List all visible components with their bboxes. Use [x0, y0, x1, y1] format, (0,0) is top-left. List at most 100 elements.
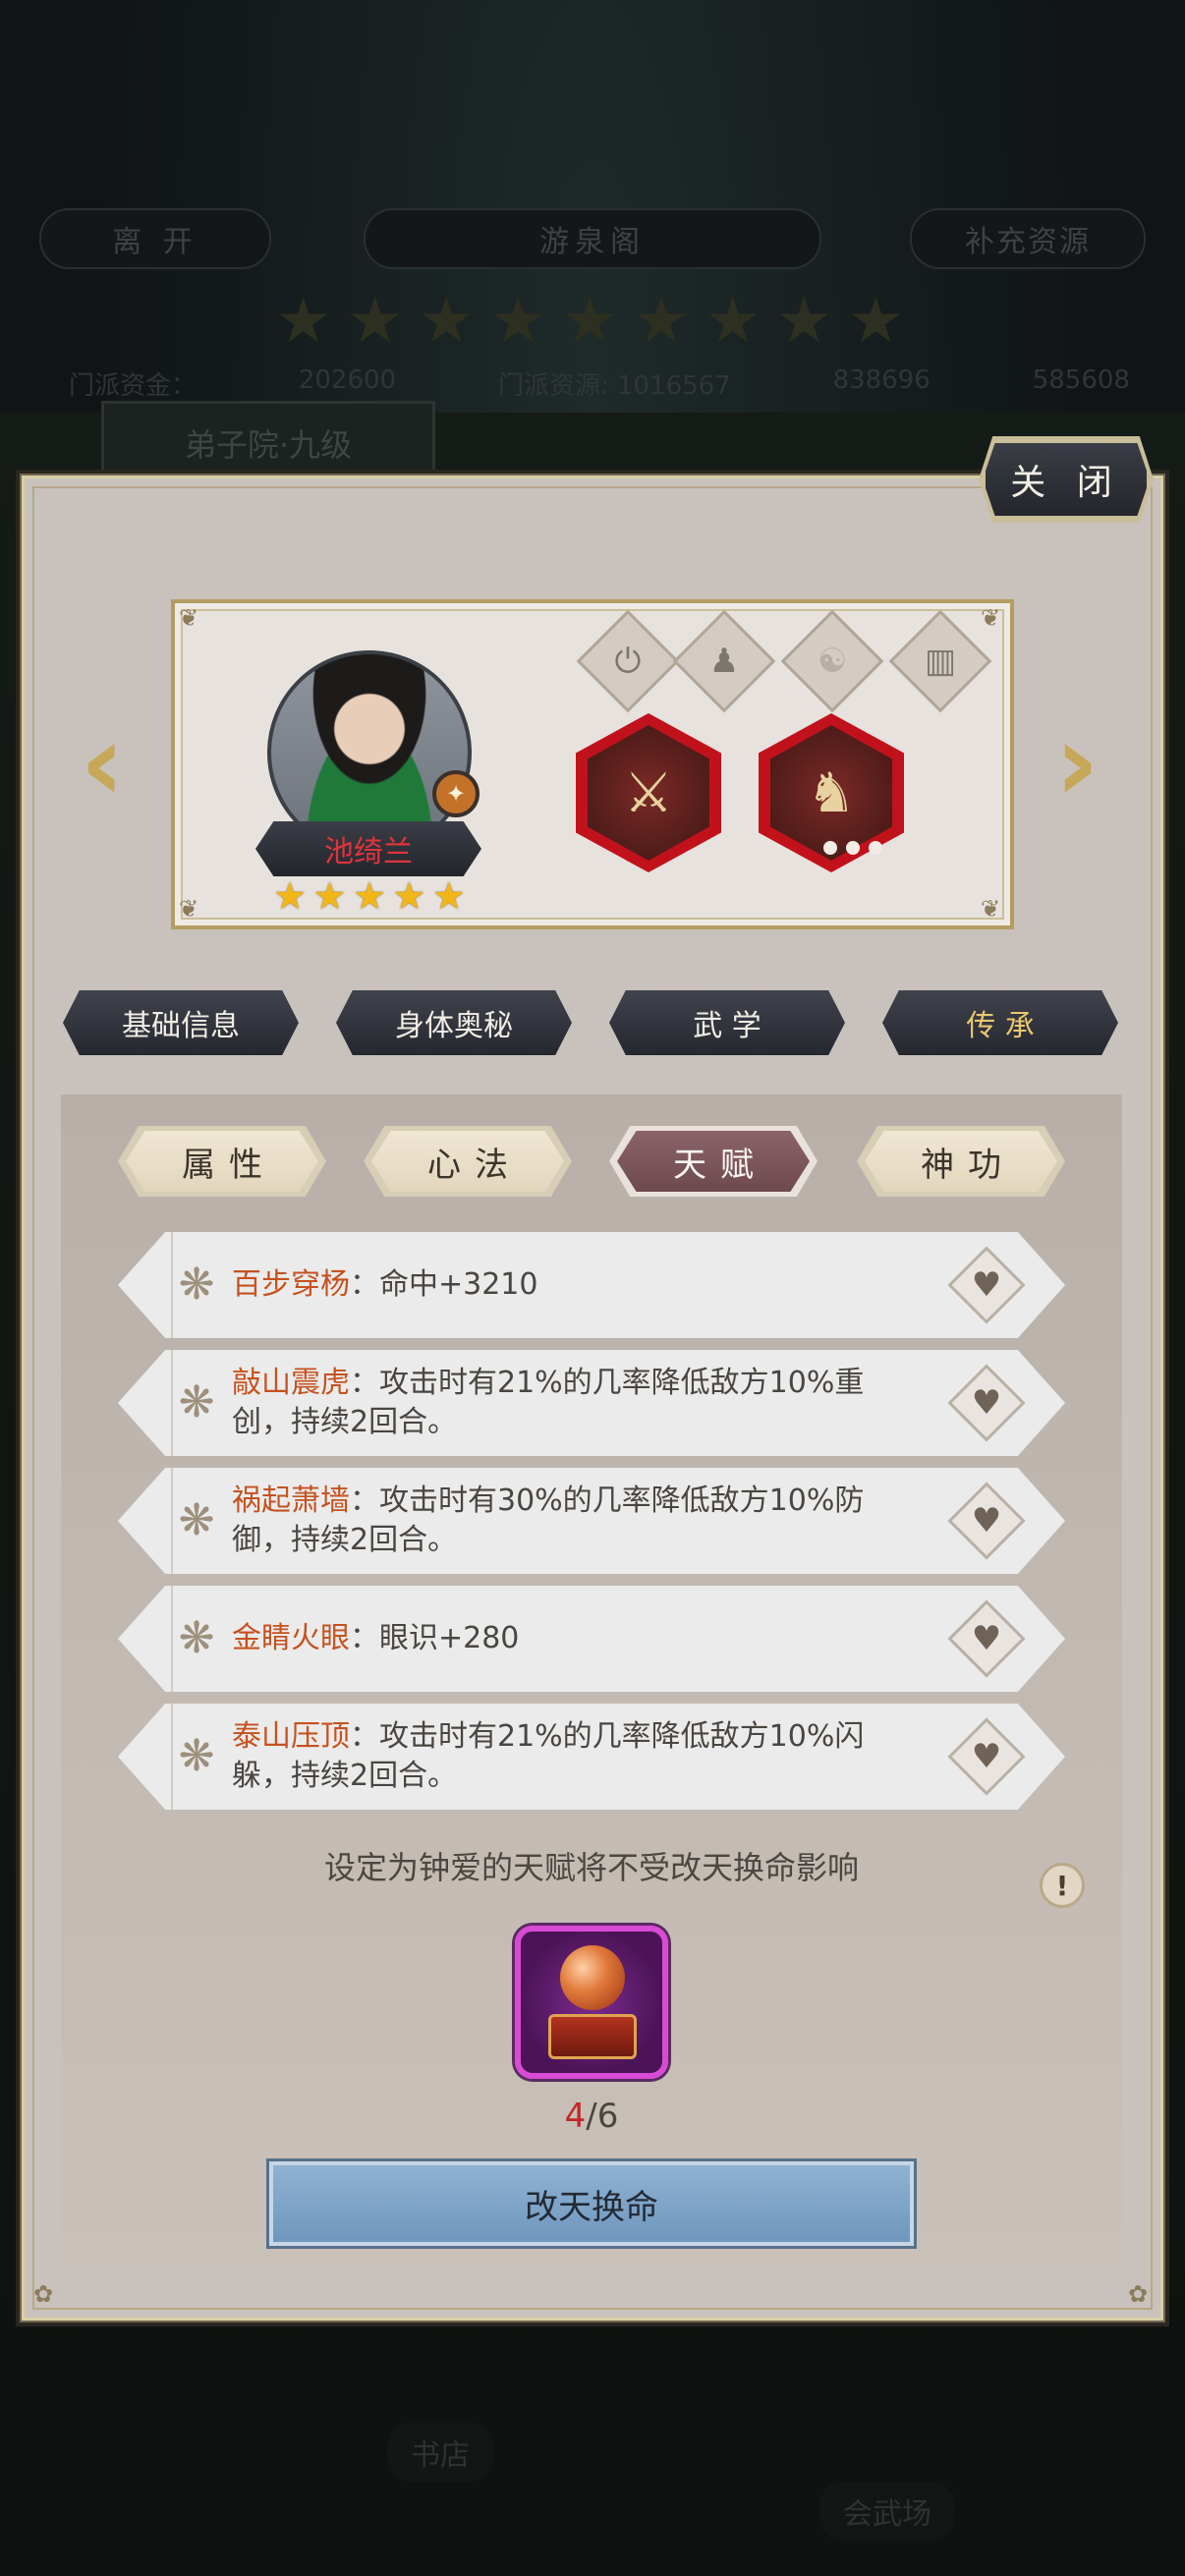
- corner-ornament: ❦: [179, 604, 199, 632]
- crystal-orb-icon: [560, 1945, 625, 2010]
- corner-ornament: ✿: [1128, 2280, 1149, 2308]
- character-name: 池绮兰: [255, 821, 481, 876]
- heart-icon: ♥: [971, 1265, 1002, 1305]
- resource-bar: 门派资金： 202600 门派资源: 1016567 838696 585608: [69, 365, 1130, 402]
- building-plaque: 弟子院·九级: [101, 401, 435, 485]
- talent-name: 百步穿杨: [232, 1267, 350, 1302]
- star-icon: ★: [273, 874, 308, 918]
- orb-stand-icon: [548, 2014, 637, 2059]
- talent-separator: ：: [350, 1719, 379, 1754]
- tab-inheritance[interactable]: 传 承: [882, 990, 1118, 1055]
- talent-row: ❋ 泰山压顶：攻击时有21%的几率降低敌方10%闪躲，持续2回合。 ♥: [118, 1704, 1065, 1810]
- star-icon: ★: [633, 285, 690, 358]
- funds-label: 门派资金：: [69, 371, 198, 401]
- favorite-button[interactable]: ♥: [947, 1717, 1026, 1796]
- subtab-divine-skill[interactable]: 神功: [857, 1126, 1065, 1197]
- talent-text: 金睛火眼：眼识+280: [232, 1586, 920, 1692]
- item-count-total: 6: [596, 2097, 619, 2136]
- resource-2-value: 838696: [832, 365, 931, 395]
- talent-name: 祸起萧墙: [232, 1484, 350, 1518]
- subtab-attributes[interactable]: 属性: [118, 1126, 326, 1197]
- favorite-button[interactable]: ♥: [947, 1246, 1026, 1324]
- heart-icon: ♥: [971, 1737, 1002, 1776]
- star-icon: ★: [775, 285, 833, 358]
- talent-row: ❋ 百步穿杨：命中+3210 ♥: [118, 1232, 1065, 1338]
- talent-name: 金睛火眼: [232, 1621, 350, 1655]
- talent-emblem-icon: ❋: [178, 1377, 215, 1428]
- subtab-label: 心法: [371, 1131, 564, 1192]
- talent-description: 眼识+280: [379, 1621, 520, 1655]
- weapon-icon: ⚔: [588, 725, 709, 861]
- star-icon: ★: [489, 285, 546, 358]
- star-icon: ★: [847, 285, 904, 358]
- talent-text: 泰山压顶：攻击时有21%的几率降低敌方10%闪躲，持续2回合。: [232, 1704, 920, 1810]
- favorite-button[interactable]: ♥: [947, 1482, 1026, 1560]
- star-icon: ★: [346, 285, 404, 358]
- tab-body-secrets[interactable]: 身体奥秘: [336, 990, 572, 1055]
- talent-row: ❋ 金睛火眼：眼识+280 ♥: [118, 1586, 1065, 1692]
- talent-text: 敲山震虎：攻击时有21%的几率降低敌方10%重创，持续2回合。: [232, 1350, 920, 1456]
- prev-character-arrow-icon[interactable]: ‹: [73, 708, 132, 816]
- arena-label: 会武场: [819, 2482, 955, 2541]
- leave-button: 离 开: [39, 208, 271, 269]
- next-character-arrow-icon[interactable]: ›: [1047, 708, 1106, 816]
- talent-separator: ：: [350, 1267, 379, 1302]
- talent-description: 命中+3210: [379, 1267, 538, 1302]
- close-button[interactable]: 关 闭: [983, 440, 1150, 519]
- star-icon: ★: [392, 874, 426, 918]
- sect-badge-icon: ✦: [432, 770, 480, 817]
- talent-emblem-icon: ❋: [178, 1613, 215, 1663]
- star-icon: ★: [418, 285, 476, 358]
- heart-icon: ♥: [971, 1619, 1002, 1658]
- talent-row: ❋ 敲山震虎：攻击时有21%的几率降低敌方10%重创，持续2回合。 ♥: [118, 1350, 1065, 1456]
- resource-3-value: 585608: [1032, 365, 1130, 395]
- favorite-button[interactable]: ♥: [947, 1599, 1026, 1678]
- star-icon: ★: [704, 285, 762, 358]
- heart-icon: ♥: [971, 1383, 1002, 1423]
- subtab-mental-method[interactable]: 心法: [364, 1126, 572, 1197]
- talent-text: 百步穿杨：命中+3210: [232, 1232, 920, 1338]
- resources-label: 门派资源: 1016567: [497, 371, 731, 401]
- talent-row: ❋ 祸起萧墙：攻击时有30%的几率降低敌方10%防御，持续2回合。 ♥: [118, 1468, 1065, 1574]
- talent-text: 祸起萧墙：攻击时有30%的几率降低敌方10%防御，持续2回合。: [232, 1468, 920, 1574]
- talent-separator: ：: [350, 1484, 379, 1518]
- heart-icon: ♥: [971, 1501, 1002, 1540]
- favorite-button[interactable]: ♥: [947, 1364, 1026, 1442]
- subtab-talent[interactable]: 天赋: [609, 1126, 818, 1197]
- funds-value: 202600: [298, 365, 397, 395]
- star-icon: ★: [312, 874, 347, 918]
- favorite-notice: 设定为钟爱的天赋将不受改天换命影响: [323, 1849, 859, 1886]
- corner-ornament: ❦: [179, 895, 199, 923]
- talent-separator: ：: [350, 1621, 379, 1655]
- talent-separator: ：: [350, 1366, 379, 1400]
- item-count-current: 4: [564, 2097, 587, 2136]
- star-icon: ★: [561, 285, 618, 358]
- fate-orb-item[interactable]: [515, 1926, 668, 2079]
- subtab-label: 天赋: [617, 1131, 810, 1192]
- star-icon: ★: [431, 874, 466, 918]
- subtab-label: 神功: [865, 1131, 1057, 1192]
- change-fate-button[interactable]: 改天换命: [269, 2161, 914, 2246]
- talent-emblem-icon: ❋: [178, 1731, 215, 1781]
- talent-emblem-icon: ❋: [178, 1260, 215, 1310]
- talent-emblem-icon: ❋: [178, 1495, 215, 1545]
- star-icon: ★: [352, 874, 387, 918]
- more-dots-icon: [823, 841, 882, 857]
- talent-name: 泰山压顶: [232, 1719, 350, 1754]
- character-star-rating: ★ ★ ★ ★ ★: [273, 876, 466, 916]
- item-count: 4/6: [515, 2097, 668, 2136]
- bookstore-label: 书店: [387, 2423, 493, 2482]
- sect-star-rating: ★ ★ ★ ★ ★ ★ ★ ★ ★: [275, 287, 904, 356]
- tab-martial-arts[interactable]: 武 学: [609, 990, 845, 1055]
- subtab-label: 属性: [126, 1131, 318, 1192]
- info-icon[interactable]: !: [1040, 1863, 1085, 1908]
- corner-ornament: ❦: [981, 604, 1001, 632]
- item-count-separator: /: [586, 2097, 597, 2136]
- location-title: 游泉阁: [364, 208, 821, 269]
- tab-basic-info[interactable]: 基础信息: [63, 990, 299, 1055]
- corner-ornament: ✿: [33, 2280, 54, 2308]
- corner-ornament: ❦: [981, 895, 1001, 923]
- star-icon: ★: [275, 285, 332, 358]
- replenish-button: 补充资源: [910, 208, 1146, 269]
- talent-name: 敲山震虎: [232, 1366, 350, 1400]
